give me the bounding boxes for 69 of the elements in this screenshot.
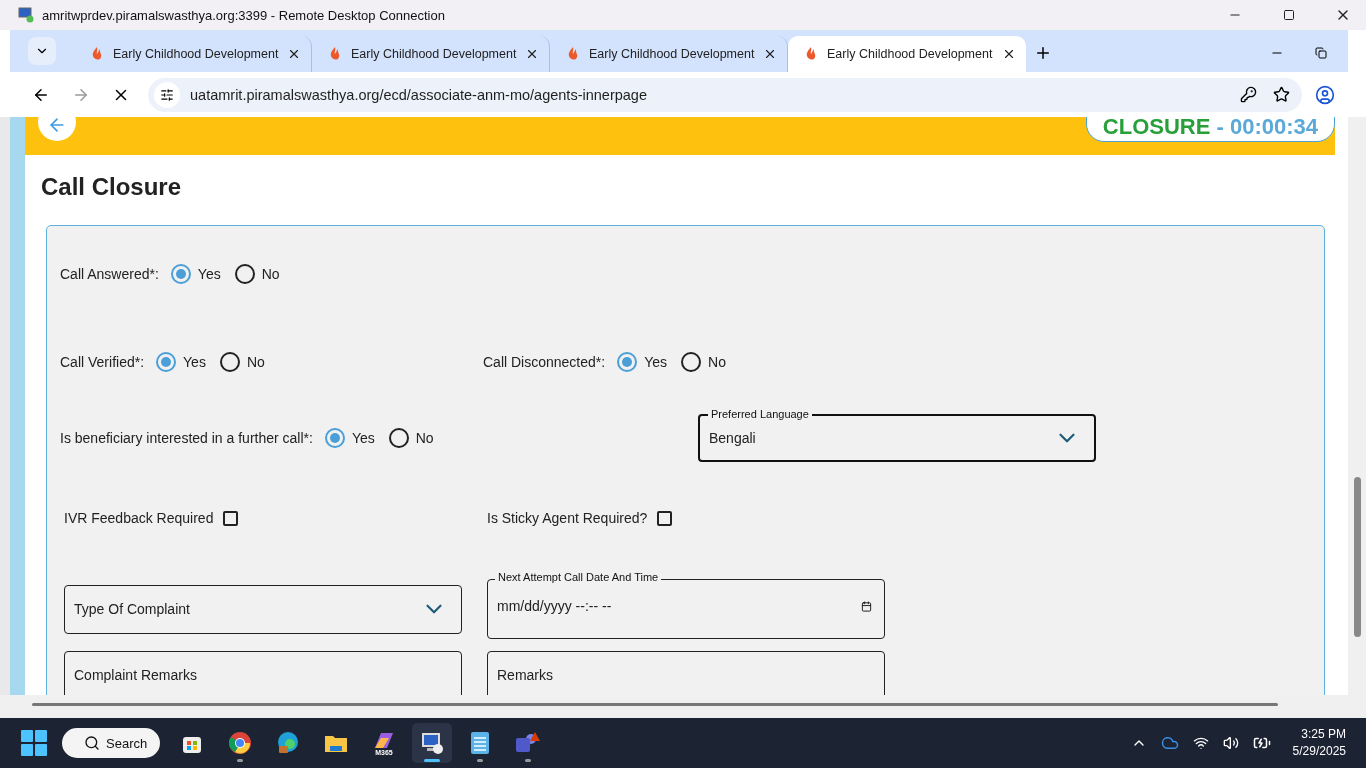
plus-icon — [1034, 44, 1052, 62]
radio-button[interactable] — [681, 352, 701, 372]
text-area[interactable]: Complaint Remarks — [64, 651, 462, 695]
chrome-icon — [228, 731, 252, 755]
radio-button[interactable] — [388, 428, 409, 448]
volume-icon[interactable] — [1222, 735, 1239, 751]
monitor-icon — [419, 730, 445, 756]
dropdown[interactable]: Type Of Complaint — [64, 584, 462, 634]
field-label: Preferred Language — [708, 408, 812, 420]
remote-desktop-icon — [18, 7, 34, 23]
window-title: amritwprdev.piramalswasthya.org:3399 - Remote Desktop Connection — [42, 7, 446, 23]
field-label: Is beneficiary interested in a further call*: — [60, 430, 313, 446]
option-label: Yes — [183, 354, 206, 370]
radio-button[interactable] — [219, 352, 240, 372]
flame-icon — [804, 46, 818, 62]
clock[interactable]: 3:25 PM 5/29/2025 — [1292, 726, 1346, 760]
page-title: Call Closure — [41, 173, 183, 202]
field-value: mm/dd/yyyy --:-- -- — [497, 598, 612, 614]
field-label: Call Verified*: — [60, 354, 145, 370]
browser-tab[interactable]: Early Childhood Development — [788, 36, 1026, 72]
scrollbar-thumb[interactable] — [32, 703, 1278, 706]
field-label: Call Answered*: — [60, 266, 159, 282]
restore-icon — [1315, 47, 1327, 59]
time-text: 3:25 PM — [1301, 726, 1346, 743]
address-bar[interactable]: uatamrit.piramalswasthya.org/ecd/associate-anm-mo/agents-innerpage — [148, 77, 1302, 112]
radio-button[interactable] — [234, 264, 255, 284]
date-text: 5/29/2025 — [1292, 743, 1346, 760]
dropdown-placeholder: Type Of Complaint — [74, 601, 190, 617]
option-label: Yes — [351, 430, 375, 446]
field-label: Call Disconnected*: — [483, 354, 606, 370]
field-label: IVR Feedback Required — [64, 510, 214, 526]
key-icon[interactable] — [1240, 86, 1257, 103]
radio-button[interactable] — [324, 428, 345, 448]
search-button[interactable]: Search — [62, 728, 160, 758]
option-label: No — [415, 430, 434, 446]
option-label: No — [261, 266, 280, 282]
star-icon[interactable] — [1273, 86, 1290, 103]
flame-icon — [328, 46, 342, 62]
radio-button[interactable] — [617, 352, 638, 372]
status-badge: CLOSURE - 00:00:34 — [1085, 117, 1335, 142]
wifi-icon[interactable] — [1192, 735, 1209, 751]
checkbox[interactable] — [657, 510, 673, 526]
radio-button[interactable] — [156, 352, 177, 372]
option-label: Yes — [644, 354, 667, 370]
notepad-icon — [469, 730, 491, 756]
sliders-icon — [160, 87, 174, 102]
flame-icon — [90, 46, 104, 62]
flame-icon — [566, 46, 580, 62]
option-label: No — [246, 354, 265, 370]
selected-value: Bengali — [709, 430, 756, 446]
option-label: No — [708, 354, 726, 370]
maximize-icon — [1283, 9, 1295, 21]
field-label: Next Attempt Call Date And Time — [495, 571, 662, 583]
calendar-icon — [861, 600, 872, 612]
radio-button[interactable] — [170, 264, 191, 284]
checkbox[interactable] — [223, 510, 239, 526]
edge-icon — [276, 731, 300, 755]
start-button[interactable] — [18, 727, 50, 759]
site-settings-button[interactable] — [154, 81, 180, 108]
search-icon — [84, 735, 100, 751]
url-text: uatamrit.piramalswasthya.org/ecd/associate-anm-mo/agents-innerpage — [190, 86, 648, 103]
scrollbar-thumb[interactable] — [1354, 477, 1361, 637]
option-label: Yes — [197, 266, 221, 282]
close-icon[interactable] — [1002, 47, 1016, 61]
taskbar-app-button[interactable] — [412, 723, 452, 763]
field-label: Is Sticky Agent Required? — [487, 510, 648, 526]
text-area[interactable]: Remarks — [487, 651, 885, 695]
cloud-icon[interactable] — [1160, 734, 1179, 752]
profile-icon — [1315, 84, 1335, 105]
